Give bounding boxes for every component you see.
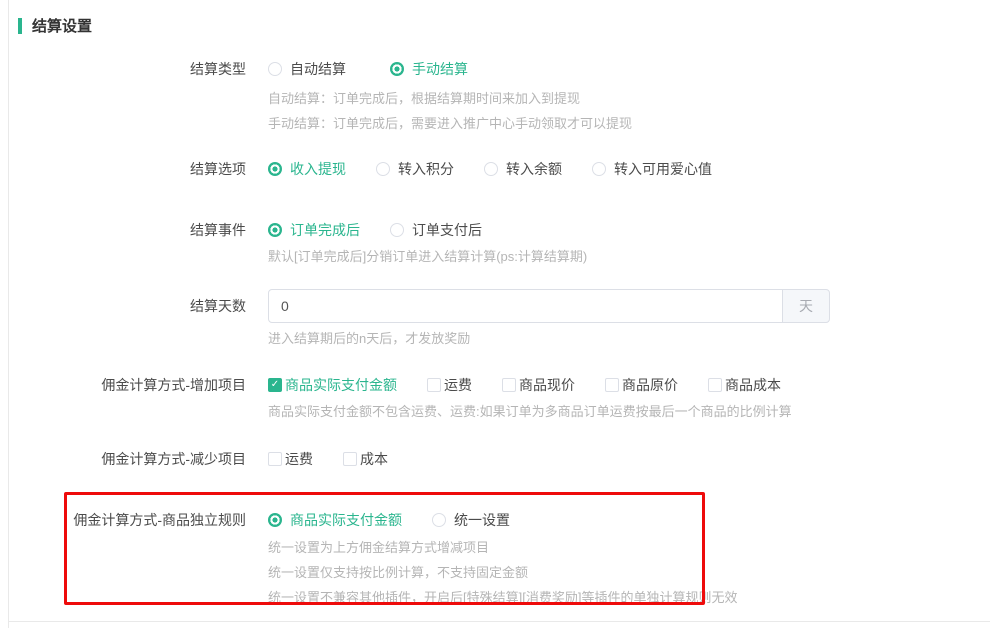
help-text: 默认[订单完成后]分销订单进入结算计算(ps:计算结算期) xyxy=(268,244,990,269)
checkbox-actual-pay-amount[interactable]: 商品实际支付金额 xyxy=(268,375,397,395)
commission-minus-options: 运费 成本 xyxy=(268,449,388,469)
checkbox-icon xyxy=(708,378,722,392)
checkbox-current-price[interactable]: 商品现价 xyxy=(502,375,575,395)
checkbox-icon xyxy=(427,378,441,392)
settle-event-label: 结算事件 xyxy=(8,220,246,240)
settle-days-help: 进入结算期后的n天后，才发放奖励 xyxy=(268,326,990,351)
radio-to-love-value[interactable]: 转入可用爱心值 xyxy=(592,159,712,179)
commission-item-rule-help: 统一设置为上方佣金结算方式增减项目 统一设置仅支持按比例计算，不支持固定金额 统… xyxy=(268,535,990,610)
commission-minus-label: 佣金计算方式-减少项目 xyxy=(8,449,246,469)
help-text: 手动结算：订单完成后，需要进入推广中心手动领取才可以提现 xyxy=(268,111,990,136)
radio-checked-icon xyxy=(390,62,404,76)
row-settle-option: 结算选项 收入提现 转入积分 转入余额 转入可用爱心值 xyxy=(8,159,990,179)
radio-income-withdraw[interactable]: 收入提现 xyxy=(268,159,346,179)
settle-type-help: 自动结算：订单完成后，根据结算期时间来加入到提现 手动结算：订单完成后，需要进入… xyxy=(268,86,990,136)
checkbox-goods-cost[interactable]: 商品成本 xyxy=(708,375,781,395)
settle-event-help: 默认[订单完成后]分销订单进入结算计算(ps:计算结算期) xyxy=(268,244,990,269)
radio-item-actual-pay-amount[interactable]: 商品实际支付金额 xyxy=(268,510,402,530)
commission-add-label: 佣金计算方式-增加项目 xyxy=(8,375,246,395)
row-commission-add: 佣金计算方式-增加项目 商品实际支付金额 运费 商品现价 商品原价 xyxy=(8,375,990,395)
settle-event-options: 订单完成后 订单支付后 xyxy=(268,220,482,240)
radio-manual-settle[interactable]: 手动结算 xyxy=(390,59,468,79)
settlement-settings-panel: 结算设置 结算类型 自动结算 手动结算 自动结算：订单完成后，根据结算期时间来加… xyxy=(8,0,990,610)
settle-type-options: 自动结算 手动结算 xyxy=(268,59,468,79)
settle-type-label: 结算类型 xyxy=(8,59,246,79)
checkbox-icon xyxy=(605,378,619,392)
commission-add-help: 商品实际支付金额不包含运费、运费:如果订单为多商品订单运费按最后一个商品的比例计… xyxy=(268,399,990,424)
help-text: 商品实际支付金额不包含运费、运费:如果订单为多商品订单运费按最后一个商品的比例计… xyxy=(268,399,990,424)
radio-icon xyxy=(592,162,606,176)
radio-icon xyxy=(376,162,390,176)
checkbox-minus-freight[interactable]: 运费 xyxy=(268,449,313,469)
radio-order-completed[interactable]: 订单完成后 xyxy=(268,220,360,240)
row-commission-minus: 佣金计算方式-减少项目 运费 成本 xyxy=(8,449,990,469)
settle-days-input[interactable] xyxy=(268,289,783,323)
page-title: 结算设置 xyxy=(32,15,92,36)
radio-to-balance[interactable]: 转入余额 xyxy=(484,159,562,179)
commission-item-rule-label: 佣金计算方式-商品独立规则 xyxy=(8,510,246,530)
help-text: 统一设置为上方佣金结算方式增减项目 xyxy=(268,535,990,560)
row-commission-item-rule: 佣金计算方式-商品独立规则 商品实际支付金额 统一设置 xyxy=(8,510,990,530)
row-settle-days: 结算天数 天 xyxy=(8,289,990,323)
checkbox-icon xyxy=(502,378,516,392)
settle-days-label: 结算天数 xyxy=(8,296,246,316)
section-title: 结算设置 xyxy=(18,0,990,36)
help-text: 进入结算期后的n天后，才发放奖励 xyxy=(268,326,990,351)
commission-item-rule-options: 商品实际支付金额 统一设置 xyxy=(268,510,510,530)
radio-checked-icon xyxy=(268,513,282,527)
title-accent-bar-icon xyxy=(18,18,22,34)
row-settle-event: 结算事件 订单完成后 订单支付后 xyxy=(8,220,990,240)
help-text: 自动结算：订单完成后，根据结算期时间来加入到提现 xyxy=(268,86,990,111)
radio-auto-settle[interactable]: 自动结算 xyxy=(268,59,346,79)
help-text: 统一设置不兼容其他插件，开启后[特殊结算][消费奖励]等插件的单独计算规则无效 xyxy=(268,585,990,610)
settle-option-options: 收入提现 转入积分 转入余额 转入可用爱心值 xyxy=(268,159,712,179)
checkbox-minus-cost[interactable]: 成本 xyxy=(343,449,388,469)
checkbox-icon xyxy=(343,452,357,466)
radio-order-paid[interactable]: 订单支付后 xyxy=(390,220,482,240)
settle-option-label: 结算选项 xyxy=(8,159,246,179)
radio-icon xyxy=(390,223,404,237)
radio-icon xyxy=(484,162,498,176)
checkbox-original-price[interactable]: 商品原价 xyxy=(605,375,678,395)
commission-add-options: 商品实际支付金额 运费 商品现价 商品原价 商品成本 xyxy=(268,375,781,395)
radio-checked-icon xyxy=(268,223,282,237)
checkbox-freight[interactable]: 运费 xyxy=(427,375,472,395)
panel-bottom-border xyxy=(8,621,990,622)
settle-days-unit: 天 xyxy=(782,289,830,323)
radio-checked-icon xyxy=(268,162,282,176)
radio-icon xyxy=(432,513,446,527)
radio-icon xyxy=(268,62,282,76)
checkbox-icon xyxy=(268,452,282,466)
radio-to-points[interactable]: 转入积分 xyxy=(376,159,454,179)
settle-days-input-group: 天 xyxy=(268,289,830,323)
radio-unified-setting[interactable]: 统一设置 xyxy=(432,510,510,530)
help-text: 统一设置仅支持按比例计算，不支持固定金额 xyxy=(268,560,990,585)
settings-page: 结算设置 结算类型 自动结算 手动结算 自动结算：订单完成后，根据结算期时间来加… xyxy=(0,0,990,628)
row-settle-type: 结算类型 自动结算 手动结算 xyxy=(8,59,990,79)
checkbox-checked-icon xyxy=(268,378,282,392)
